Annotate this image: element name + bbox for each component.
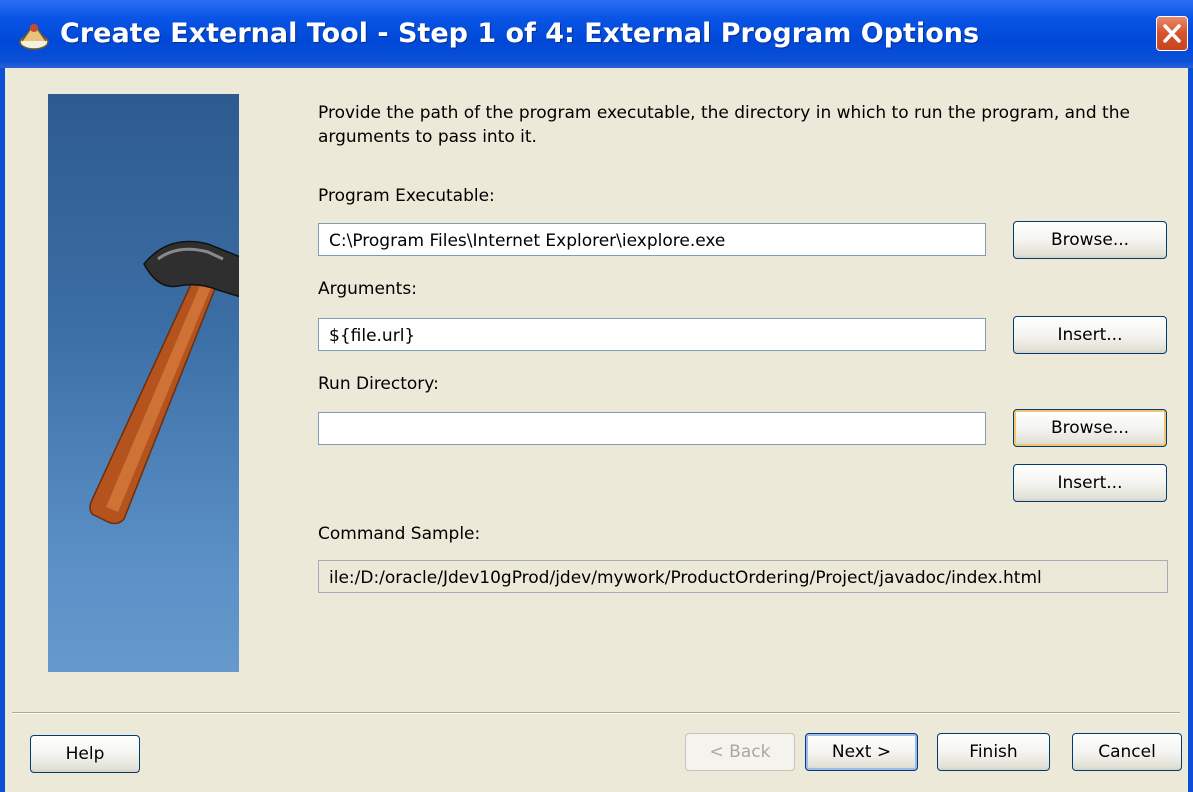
- run-directory-input[interactable]: [318, 412, 986, 445]
- wizard-icon: [19, 22, 49, 50]
- window-title: Create External Tool - Step 1 of 4: Exte…: [60, 18, 980, 49]
- insert-directory-button[interactable]: Insert...: [1013, 464, 1167, 502]
- browse-executable-button[interactable]: Browse...: [1013, 221, 1167, 259]
- footer-separator: [12, 712, 1180, 714]
- help-button[interactable]: Help: [30, 735, 140, 773]
- title-bar: Create External Tool - Step 1 of 4: Exte…: [0, 0, 1193, 68]
- run-directory-label: Run Directory:: [318, 374, 439, 394]
- browse-directory-button[interactable]: Browse...: [1013, 409, 1167, 447]
- command-sample-field: ile:/D:/oracle/Jdev10gProd/jdev/mywork/P…: [318, 560, 1168, 593]
- arguments-input[interactable]: ${file.url}: [318, 318, 986, 351]
- program-executable-label: Program Executable:: [318, 186, 495, 206]
- hammer-illustration: [89, 240, 239, 525]
- side-image-panel: [48, 94, 239, 672]
- window-frame-left: [0, 68, 5, 792]
- close-button[interactable]: [1156, 16, 1188, 51]
- arguments-label: Arguments:: [318, 279, 417, 299]
- next-button[interactable]: Next >: [805, 733, 918, 771]
- finish-button[interactable]: Finish: [937, 733, 1050, 771]
- insert-arguments-button[interactable]: Insert...: [1013, 316, 1167, 354]
- instructions-text: Provide the path of the program executab…: [318, 103, 1130, 147]
- program-executable-input[interactable]: C:\Program Files\Internet Explorer\iexpl…: [318, 223, 986, 256]
- command-sample-label: Command Sample:: [318, 524, 481, 544]
- window-frame-right: [1188, 68, 1193, 792]
- close-icon: [1163, 24, 1181, 43]
- cancel-button[interactable]: Cancel: [1072, 733, 1182, 771]
- back-button[interactable]: < Back: [685, 733, 795, 771]
